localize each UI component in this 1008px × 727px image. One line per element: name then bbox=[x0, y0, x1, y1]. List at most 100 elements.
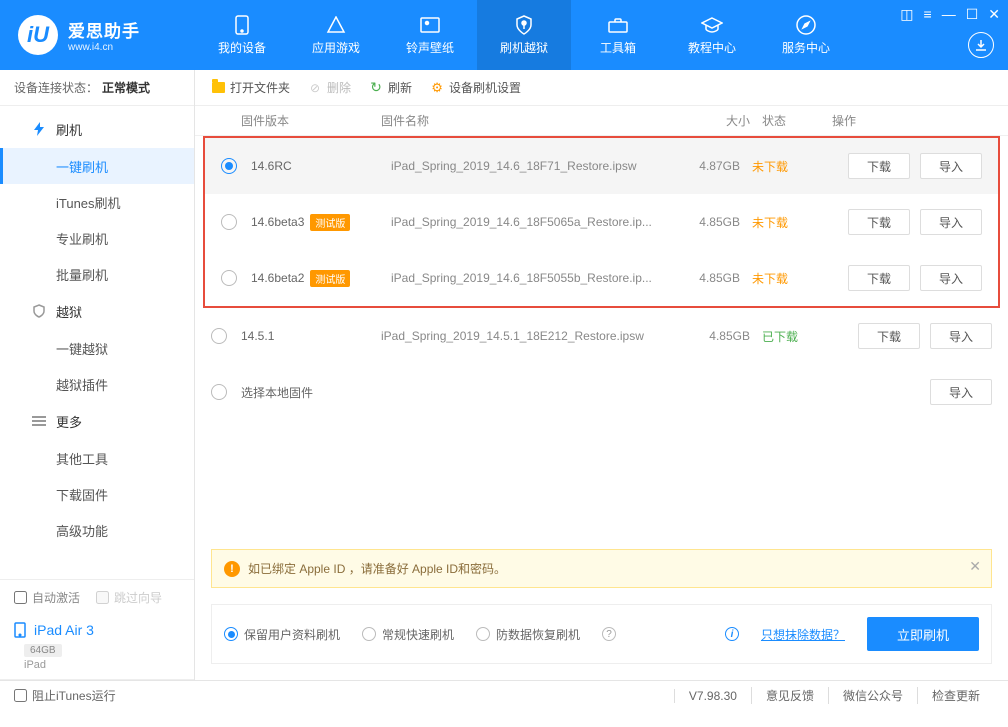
check-update-link[interactable]: 检查更新 bbox=[917, 687, 994, 704]
skip-wizard-checkbox[interactable]: 跳过向导 bbox=[96, 589, 162, 606]
table-row: 14.6RC iPad_Spring_2019_14.6_18F71_Resto… bbox=[205, 138, 998, 194]
sidebar-item-oneclick-flash[interactable]: 一键刷机 bbox=[0, 148, 194, 184]
sidebar-item-advanced[interactable]: 高级功能 bbox=[0, 512, 194, 548]
import-button[interactable]: 导入 bbox=[920, 209, 982, 235]
sidebar-item-pro-flash[interactable]: 专业刷机 bbox=[0, 220, 194, 256]
shield-icon bbox=[32, 304, 46, 318]
table-row: 14.6beta2测试版 iPad_Spring_2019_14.6_18F50… bbox=[205, 250, 998, 306]
open-folder-button[interactable]: 打开文件夹 bbox=[211, 79, 290, 96]
delete-icon: ⊘ bbox=[308, 81, 322, 95]
wechat-link[interactable]: 微信公众号 bbox=[828, 687, 917, 704]
apple-id-notice: ! 如已绑定 Apple ID ，请准备好 Apple ID和密码。 ✕ bbox=[211, 549, 992, 588]
help-icon[interactable]: ? bbox=[602, 627, 616, 641]
nav-ringtones[interactable]: 铃声壁纸 bbox=[383, 0, 477, 70]
info-icon: i bbox=[725, 627, 739, 641]
table-header: 固件版本 固件名称 大小 状态 操作 bbox=[195, 106, 1008, 136]
device-type: iPad bbox=[0, 657, 194, 680]
table-row-local: 选择本地固件 导入 bbox=[195, 364, 1008, 420]
nav-tutorials[interactable]: 教程中心 bbox=[665, 0, 759, 70]
shirt-icon[interactable]: ◫ bbox=[900, 6, 913, 23]
close-icon[interactable]: ✕ bbox=[988, 6, 1000, 23]
shield-key-icon bbox=[513, 14, 535, 36]
logo-icon: iU bbox=[18, 15, 58, 55]
gear-icon: ⚙ bbox=[430, 81, 444, 95]
toolbar: 打开文件夹 ⊘删除 ↻刷新 ⚙设备刷机设置 bbox=[195, 70, 1008, 106]
mode-keep-data[interactable]: 保留用户资料刷机 bbox=[224, 626, 340, 643]
highlighted-firmware-group: 14.6RC iPad_Spring_2019_14.6_18F71_Resto… bbox=[203, 136, 1000, 308]
main-panel: 打开文件夹 ⊘删除 ↻刷新 ⚙设备刷机设置 固件版本 固件名称 大小 状态 操作… bbox=[195, 70, 1008, 680]
download-progress-icon[interactable] bbox=[968, 32, 994, 58]
logo[interactable]: iU 爱思助手 www.i4.cn bbox=[0, 15, 195, 55]
firmware-radio[interactable] bbox=[221, 214, 237, 230]
flash-icon bbox=[32, 122, 46, 136]
warning-icon: ! bbox=[224, 561, 240, 577]
flash-now-button[interactable]: 立即刷机 bbox=[867, 617, 979, 651]
toolbox-icon bbox=[607, 14, 629, 36]
tablet-icon bbox=[14, 622, 26, 638]
close-notice-icon[interactable]: ✕ bbox=[969, 558, 981, 575]
delete-button: ⊘删除 bbox=[308, 79, 351, 96]
maximize-icon[interactable]: ☐ bbox=[966, 6, 979, 23]
sidebar-item-batch-flash[interactable]: 批量刷机 bbox=[0, 256, 194, 292]
erase-only-link[interactable]: 只想抹除数据？ bbox=[761, 626, 845, 643]
refresh-icon: ↻ bbox=[369, 81, 383, 95]
sidebar-group-flash[interactable]: 刷机 bbox=[0, 110, 194, 148]
sidebar-item-download-fw[interactable]: 下载固件 bbox=[0, 476, 194, 512]
nav-my-device[interactable]: 我的设备 bbox=[195, 0, 289, 70]
table-row: 14.6beta3测试版 iPad_Spring_2019_14.6_18F50… bbox=[205, 194, 998, 250]
import-button[interactable]: 导入 bbox=[920, 153, 982, 179]
feedback-link[interactable]: 意见反馈 bbox=[751, 687, 828, 704]
stop-itunes-checkbox[interactable]: 阻止iTunes运行 bbox=[14, 687, 116, 704]
compass-icon bbox=[795, 14, 817, 36]
sidebar-item-itunes-flash[interactable]: iTunes刷机 bbox=[0, 184, 194, 220]
version-label: V7.98.30 bbox=[674, 689, 751, 703]
window-controls: ◫ ≡ — ☐ ✕ bbox=[900, 6, 1000, 23]
phone-icon bbox=[231, 14, 253, 36]
footer: 阻止iTunes运行 V7.98.30 意见反馈 微信公众号 检查更新 bbox=[0, 680, 1008, 710]
auto-activate-checkbox[interactable]: 自动激活 bbox=[14, 589, 80, 606]
import-button[interactable]: 导入 bbox=[920, 265, 982, 291]
import-button[interactable]: 导入 bbox=[930, 379, 992, 405]
firmware-radio[interactable] bbox=[221, 158, 237, 174]
download-button[interactable]: 下载 bbox=[848, 153, 910, 179]
refresh-button[interactable]: ↻刷新 bbox=[369, 79, 412, 96]
flash-mode-row: 保留用户资料刷机 常规快速刷机 防数据恢复刷机 ? i 只想抹除数据？ 立即刷机 bbox=[211, 604, 992, 664]
menu-icon[interactable]: ≡ bbox=[924, 6, 932, 23]
device-settings-button[interactable]: ⚙设备刷机设置 bbox=[430, 79, 521, 96]
download-button[interactable]: 下载 bbox=[858, 323, 920, 349]
sidebar-item-jb-plugins[interactable]: 越狱插件 bbox=[0, 366, 194, 402]
firmware-radio[interactable] bbox=[211, 384, 227, 400]
sidebar: 设备连接状态： 正常模式 刷机 一键刷机 iTunes刷机 专业刷机 批量刷机 … bbox=[0, 70, 195, 680]
nav-toolbox[interactable]: 工具箱 bbox=[571, 0, 665, 70]
sidebar-group-more[interactable]: 更多 bbox=[0, 402, 194, 440]
image-icon bbox=[419, 14, 441, 36]
sidebar-item-other-tools[interactable]: 其他工具 bbox=[0, 440, 194, 476]
more-icon bbox=[32, 414, 46, 428]
beta-tag: 测试版 bbox=[310, 270, 350, 287]
nav-flash-jailbreak[interactable]: 刷机越狱 bbox=[477, 0, 571, 70]
app-url: www.i4.cn bbox=[68, 42, 140, 53]
app-title: 爱思助手 bbox=[68, 17, 140, 42]
minimize-icon[interactable]: — bbox=[942, 6, 956, 23]
sidebar-group-jailbreak[interactable]: 越狱 bbox=[0, 292, 194, 330]
download-button[interactable]: 下载 bbox=[848, 265, 910, 291]
nav-apps[interactable]: 应用游戏 bbox=[289, 0, 383, 70]
import-button[interactable]: 导入 bbox=[930, 323, 992, 349]
mode-anti-recovery[interactable]: 防数据恢复刷机 bbox=[476, 626, 580, 643]
connection-status: 设备连接状态： 正常模式 bbox=[0, 70, 194, 106]
app-header: iU 爱思助手 www.i4.cn 我的设备 应用游戏 铃声壁纸 刷机越狱 工具… bbox=[0, 0, 1008, 70]
apps-icon bbox=[325, 14, 347, 36]
sidebar-item-oneclick-jb[interactable]: 一键越狱 bbox=[0, 330, 194, 366]
device-selector[interactable]: iPad Air 3 bbox=[0, 614, 194, 642]
table-row: 14.5.1 iPad_Spring_2019_14.5.1_18E212_Re… bbox=[195, 308, 1008, 364]
beta-tag: 测试版 bbox=[310, 214, 350, 231]
folder-icon bbox=[212, 82, 225, 93]
storage-badge: 64GB bbox=[24, 644, 62, 657]
mode-normal[interactable]: 常规快速刷机 bbox=[362, 626, 454, 643]
download-button[interactable]: 下载 bbox=[848, 209, 910, 235]
nav-service[interactable]: 服务中心 bbox=[759, 0, 853, 70]
main-nav: 我的设备 应用游戏 铃声壁纸 刷机越狱 工具箱 教程中心 服务中心 bbox=[195, 0, 853, 70]
firmware-radio[interactable] bbox=[221, 270, 237, 286]
graduation-icon bbox=[701, 14, 723, 36]
firmware-radio[interactable] bbox=[211, 328, 227, 344]
